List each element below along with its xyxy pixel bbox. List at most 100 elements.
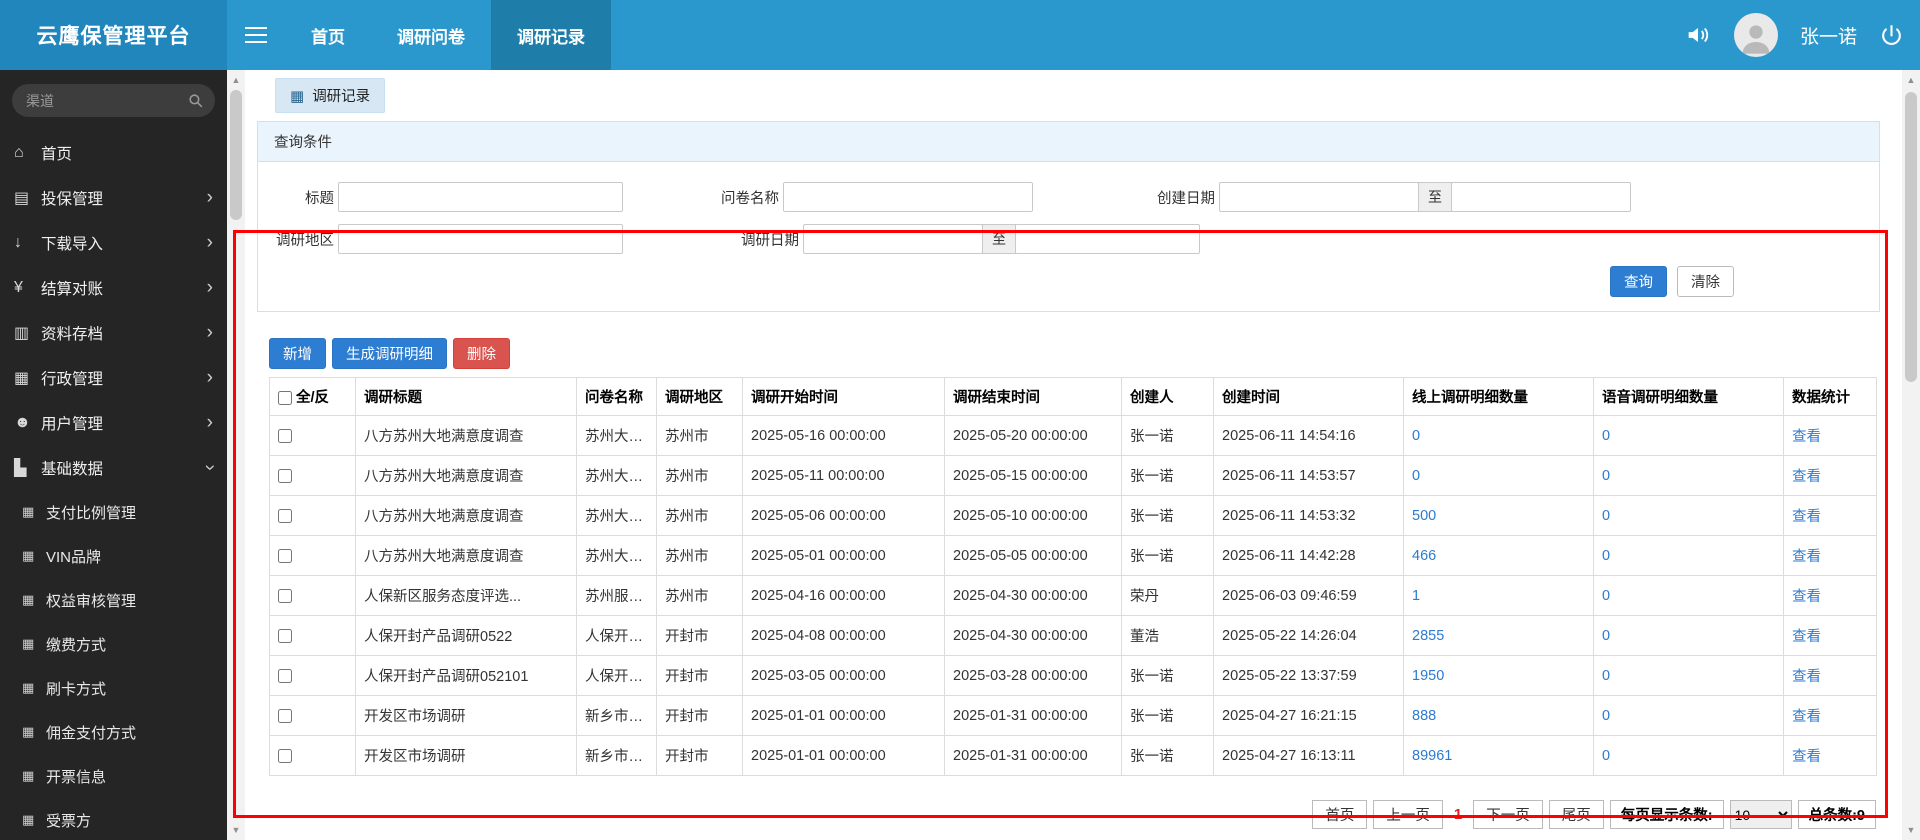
voice-count-link[interactable]: 0	[1602, 708, 1610, 724]
table-row: 开发区市场调研 新乡市场... 开封市 2025-01-01 00:00:00 2025…	[269, 735, 1877, 776]
questionnaire-cell: 苏州服务...	[576, 575, 657, 616]
voice-count-link[interactable]: 0	[1602, 548, 1610, 564]
voice-count-link[interactable]: 0	[1602, 428, 1610, 444]
row-checkbox[interactable]	[278, 668, 292, 683]
survey-date-start-input[interactable]	[803, 224, 983, 254]
view-link[interactable]: 查看	[1792, 549, 1821, 565]
online-count-link[interactable]: 0	[1412, 468, 1420, 484]
scroll-down-icon[interactable]: ▼	[1902, 822, 1920, 838]
row-checkbox[interactable]	[278, 708, 292, 723]
voice-count-link[interactable]: 0	[1602, 468, 1610, 484]
first-page-button[interactable]: 首页	[1312, 800, 1368, 829]
online-count-link[interactable]: 0	[1412, 428, 1420, 444]
online-count-link[interactable]: 466	[1412, 548, 1436, 564]
scroll-up-icon[interactable]: ▲	[1902, 72, 1920, 88]
sidebar-subitem[interactable]: ▦ 缴费方式	[0, 622, 227, 666]
voice-count-link[interactable]: 0	[1602, 748, 1610, 764]
online-count-link[interactable]: 89961	[1412, 748, 1452, 764]
clear-button[interactable]: 清除	[1677, 266, 1734, 297]
online-count-link[interactable]: 2855	[1412, 628, 1444, 644]
scroll-down-icon[interactable]: ▼	[227, 822, 245, 838]
online-count-link[interactable]: 1	[1412, 588, 1420, 604]
sidebar-subitem[interactable]: ▦ 刷卡方式	[0, 666, 227, 710]
view-link[interactable]: 查看	[1792, 469, 1821, 485]
sidebar-item[interactable]: ▥ 资料存档 ›	[0, 310, 227, 355]
sidebar-subitem[interactable]: ▦ 开票信息	[0, 754, 227, 798]
view-link[interactable]: 查看	[1792, 709, 1821, 725]
scroll-up-icon[interactable]: ▲	[227, 72, 245, 88]
sidebar-item[interactable]: ☻ 用户管理 ›	[0, 400, 227, 445]
end-cell: 2025-05-05 00:00:00	[944, 535, 1122, 576]
questionnaire-input[interactable]	[783, 182, 1033, 212]
column-header: 线上调研明细数量	[1403, 377, 1594, 416]
created-cell: 2025-06-11 14:54:16	[1213, 415, 1404, 456]
search-button[interactable]: 查询	[1610, 266, 1667, 297]
view-link[interactable]: 查看	[1792, 589, 1821, 605]
search-icon[interactable]	[187, 92, 204, 109]
delete-button[interactable]: 删除	[453, 338, 510, 369]
title-input[interactable]	[338, 182, 623, 212]
view-link[interactable]: 查看	[1792, 509, 1821, 525]
next-page-button[interactable]: 下一页	[1473, 800, 1543, 829]
column-header: 调研开始时间	[742, 377, 945, 416]
hamburger-menu-icon[interactable]	[227, 0, 285, 70]
voice-count-link[interactable]: 0	[1602, 668, 1610, 684]
scrollbar-thumb[interactable]	[1905, 92, 1917, 382]
sidebar-item[interactable]: ▤ 投保管理 ›	[0, 175, 227, 220]
avatar[interactable]	[1733, 13, 1778, 57]
power-icon[interactable]	[1879, 23, 1904, 48]
page-size-select[interactable]: 10	[1729, 800, 1792, 829]
questionnaire-cell: 苏州大地...	[576, 455, 657, 496]
sidebar-scrollbar[interactable]: ▲ ▼	[227, 70, 245, 840]
scrollbar-thumb[interactable]	[230, 90, 242, 220]
sidebar-item[interactable]: ↓ 下载导入 ›	[0, 220, 227, 265]
page-scrollbar[interactable]: ▲ ▼	[1902, 70, 1920, 840]
top-nav-item[interactable]: 首页	[285, 0, 371, 70]
sidebar-item[interactable]: ¥ 结算对账 ›	[0, 265, 227, 310]
online-count-link[interactable]: 500	[1412, 508, 1436, 524]
create-date-end-input[interactable]	[1451, 182, 1631, 212]
row-checkbox[interactable]	[278, 588, 292, 603]
survey-date-end-input[interactable]	[1015, 224, 1200, 254]
top-nav-item[interactable]: 调研记录	[491, 0, 611, 70]
sidebar-item-label: 投保管理	[41, 190, 104, 208]
sidebar-subitem-label: 开票信息	[46, 768, 107, 786]
sidebar-subitem[interactable]: ▦ 受票方	[0, 798, 227, 840]
voice-count-link[interactable]: 0	[1602, 588, 1610, 604]
add-button[interactable]: 新增	[269, 338, 326, 369]
row-checkbox[interactable]	[278, 628, 292, 643]
online-count-link[interactable]: 888	[1412, 708, 1436, 724]
prev-page-button[interactable]: 上一页	[1373, 800, 1443, 829]
voice-count-link[interactable]: 0	[1602, 508, 1610, 524]
current-page[interactable]: 1	[1449, 806, 1467, 823]
view-link[interactable]: 查看	[1792, 429, 1821, 445]
top-nav-item[interactable]: 调研问卷	[371, 0, 491, 70]
select-all-checkbox[interactable]	[278, 391, 292, 406]
view-link[interactable]: 查看	[1792, 749, 1821, 765]
sidebar-subitem[interactable]: ▦ 支付比例管理	[0, 490, 227, 534]
tab-survey-records[interactable]: ▦ 调研记录	[275, 78, 386, 113]
sidebar-subitem[interactable]: ▦ 佣金支付方式	[0, 710, 227, 754]
last-page-button[interactable]: 尾页	[1548, 800, 1604, 829]
row-checkbox[interactable]	[278, 468, 292, 483]
sidebar-item[interactable]: ⌂ 首页	[0, 130, 227, 175]
view-link[interactable]: 查看	[1792, 669, 1821, 685]
sidebar-search-input[interactable]	[12, 84, 215, 117]
speaker-icon[interactable]	[1684, 21, 1712, 49]
create-date-start-input[interactable]	[1219, 182, 1419, 212]
row-checkbox[interactable]	[278, 548, 292, 563]
sidebar-subitem[interactable]: ▦ 权益审核管理	[0, 578, 227, 622]
voice-count-link[interactable]: 0	[1602, 628, 1610, 644]
sidebar-item[interactable]: ▦ 行政管理 ›	[0, 355, 227, 400]
online-count-link[interactable]: 1950	[1412, 668, 1444, 684]
questionnaire-label: 问卷名称	[721, 190, 779, 207]
row-checkbox[interactable]	[278, 508, 292, 523]
sidebar-subitem[interactable]: ▦ VIN品牌	[0, 534, 227, 578]
row-checkbox[interactable]	[278, 748, 292, 763]
title-cell: 开发区市场调研	[355, 735, 577, 776]
sidebar-item[interactable]: ▙ 基础数据 ›	[0, 445, 227, 490]
region-input[interactable]	[338, 224, 623, 254]
row-checkbox[interactable]	[278, 428, 292, 443]
view-link[interactable]: 查看	[1792, 629, 1821, 645]
generate-detail-button[interactable]: 生成调研明细	[332, 338, 447, 369]
